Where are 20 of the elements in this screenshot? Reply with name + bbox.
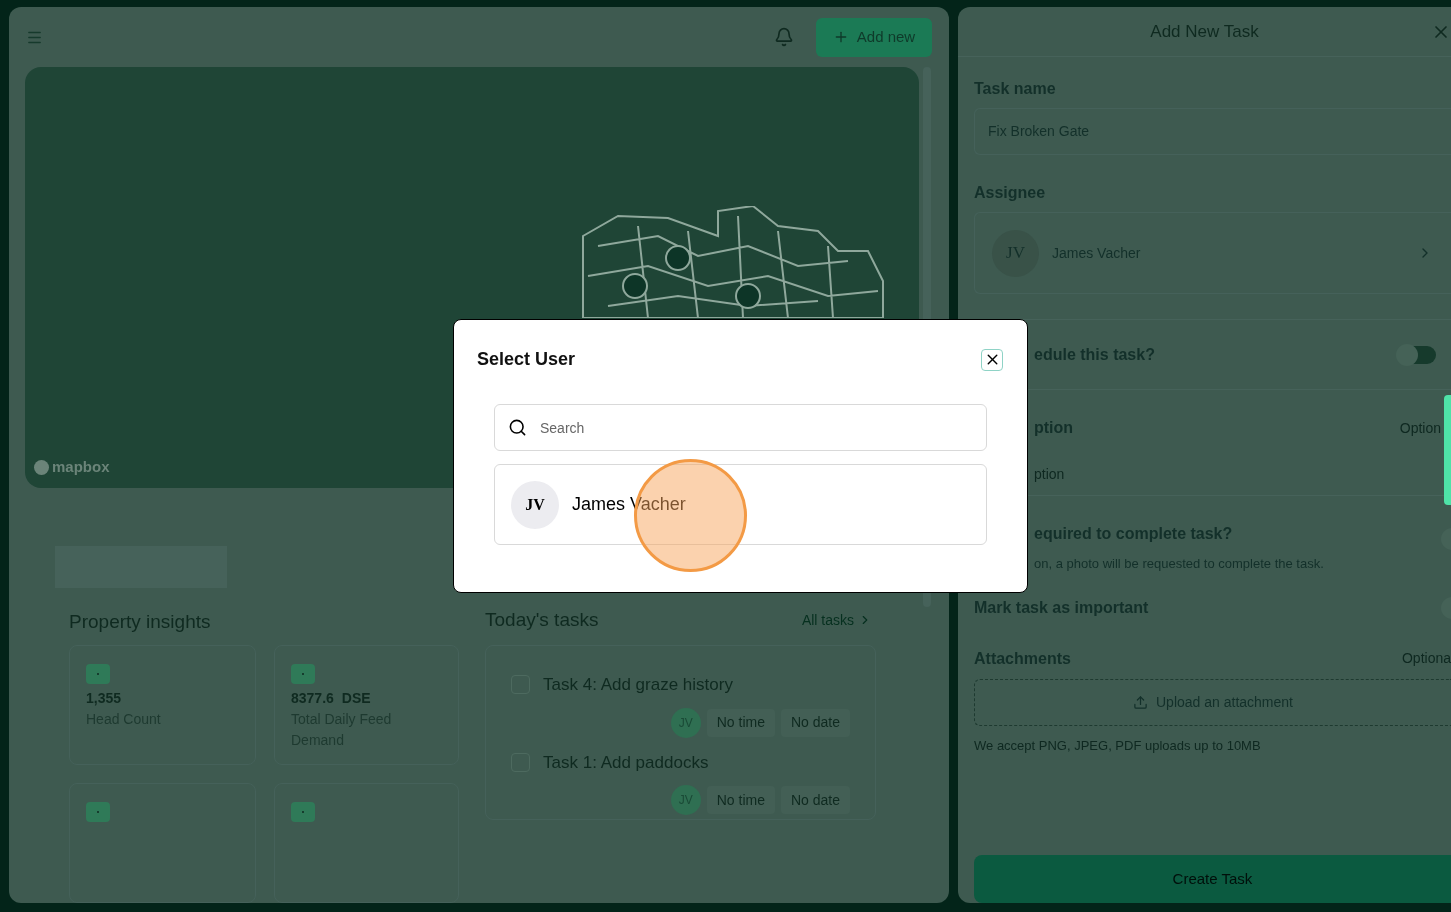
stat-icon (86, 664, 110, 684)
close-button[interactable] (981, 348, 1003, 371)
user-name: James Vacher (572, 493, 686, 516)
search-field[interactable]: Search (494, 404, 987, 451)
dialog-title: Select User (477, 348, 576, 371)
stat-icon (86, 802, 110, 822)
create-task-button[interactable]: Create Task (974, 855, 1451, 903)
notification-bell-icon[interactable] (774, 27, 794, 47)
search-icon (508, 418, 527, 437)
map-attribution: mapbox (52, 457, 110, 478)
upload-icon (1133, 694, 1148, 710)
toggle-switch[interactable] (1398, 345, 1436, 364)
stat-icon (291, 664, 315, 684)
user-avatar: JV (511, 480, 559, 529)
add-new-button[interactable]: Add new (816, 17, 932, 57)
user-list-item[interactable]: JV James Vacher (494, 464, 987, 545)
drawer-handle[interactable] (1444, 395, 1451, 505)
all-tasks-link[interactable]: All tasks (801, 609, 872, 631)
stat-icon (291, 802, 315, 822)
mapbox-logo-icon (34, 460, 49, 475)
